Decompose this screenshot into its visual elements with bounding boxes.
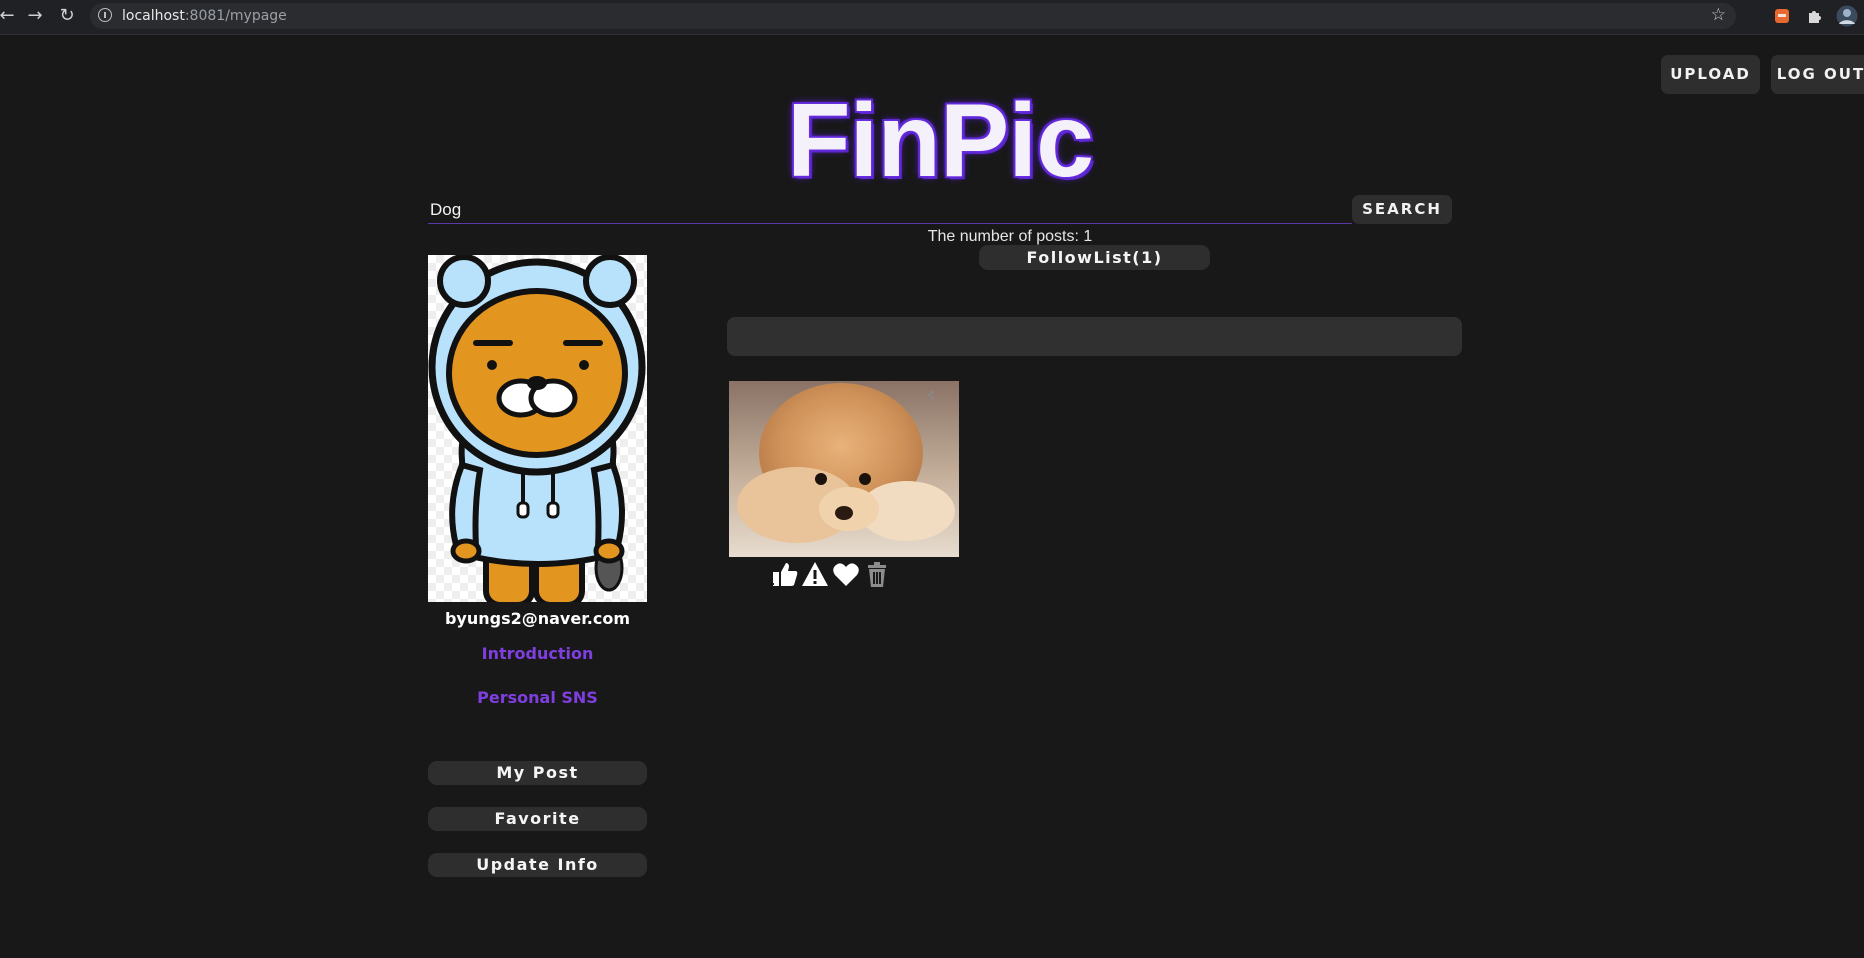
browser-toolbar: ← → ↻ localhost:8081/mypage ☆ — [0, 0, 1864, 35]
back-icon[interactable]: ← — [0, 5, 18, 27]
favorite-button[interactable]: Favorite — [428, 807, 647, 831]
reload-icon[interactable]: ↻ — [56, 5, 78, 27]
finpic-logo: FinPic — [786, 83, 1094, 199]
upload-button[interactable]: UPLOAD — [1661, 55, 1760, 94]
follow-list-button[interactable]: FollowList(1) — [979, 245, 1210, 270]
search-button[interactable]: SEARCH — [1352, 195, 1452, 224]
heart-icon[interactable] — [832, 560, 860, 588]
content-banner — [727, 317, 1462, 356]
post-count-text: The number of posts: 1 — [927, 228, 1093, 245]
url-text: localhost:8081/mypage — [122, 8, 287, 24]
warning-icon[interactable] — [801, 560, 829, 588]
trash-icon[interactable] — [863, 560, 891, 588]
address-bar[interactable]: localhost:8081/mypage ☆ — [90, 3, 1736, 29]
my-post-button[interactable]: My Post — [428, 761, 647, 785]
puzzle-icon[interactable] — [1806, 8, 1822, 24]
personal-sns-link[interactable]: Personal SNS — [428, 688, 647, 707]
search-input[interactable] — [428, 196, 1352, 224]
post-image[interactable] — [729, 381, 959, 557]
introduction-link[interactable]: Introduction — [428, 644, 647, 663]
site-info-icon[interactable] — [98, 8, 112, 22]
bookmark-star-icon[interactable]: ☆ — [1711, 5, 1726, 25]
profile-avatar-icon[interactable] — [1836, 5, 1858, 27]
profile-email: byungs2@naver.com — [444, 609, 631, 628]
thumbs-up-icon[interactable] — [771, 560, 799, 588]
logout-button[interactable]: LOG OUT — [1771, 55, 1864, 94]
update-info-button[interactable]: Update Info — [428, 853, 647, 877]
forward-icon[interactable]: → — [24, 5, 46, 27]
extension-icon[interactable] — [1774, 8, 1790, 24]
profile-avatar — [428, 255, 647, 602]
